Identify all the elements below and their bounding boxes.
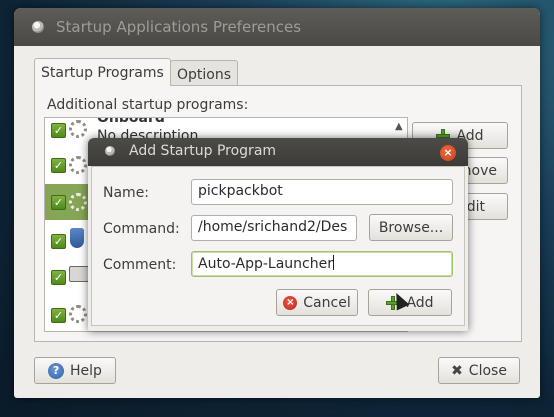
tab-startup-programs-label: Startup Programs xyxy=(41,65,164,81)
close-icon: ✖ xyxy=(451,362,463,379)
program-title: Onboard xyxy=(97,117,165,126)
dialog-menu-icon[interactable] xyxy=(105,146,115,156)
command-field[interactable]: /home/srichand2/Des xyxy=(191,215,357,241)
help-button[interactable]: ? Help xyxy=(34,357,116,384)
dialog-body: Name: pickpackbot Command: /home/srichan… xyxy=(91,166,465,326)
window-menu-icon[interactable] xyxy=(32,21,44,33)
dialog-close-icon[interactable]: × xyxy=(440,145,456,161)
gears-icon xyxy=(69,156,87,174)
dialog-titlebar: Add Startup Program × xyxy=(88,138,468,166)
browse-button[interactable]: Browse... xyxy=(369,214,453,241)
browse-button-label: Browse... xyxy=(378,219,444,236)
command-label: Command: xyxy=(103,221,180,237)
cancel-button-label: Cancel xyxy=(303,294,351,311)
enabled-checkbox[interactable]: ✓ xyxy=(51,308,66,323)
help-button-label: Help xyxy=(70,362,102,379)
printer-icon xyxy=(69,266,89,282)
main-titlebar: Startup Applications Preferences xyxy=(14,8,540,46)
help-icon: ? xyxy=(48,362,65,379)
scroll-up-arrow-icon[interactable]: ▲ xyxy=(395,121,403,132)
tab-startup-programs[interactable]: Startup Programs xyxy=(34,58,171,86)
dialog-add-button[interactable]: Add xyxy=(368,289,452,316)
cancel-button[interactable]: × Cancel xyxy=(276,289,358,316)
name-field[interactable]: pickpackbot xyxy=(191,179,453,205)
dialog-title: Add Startup Program xyxy=(129,143,277,159)
comment-field-value: Auto-App-Launcher xyxy=(198,256,333,272)
edit-button-label: dit xyxy=(466,198,485,215)
section-label: Additional startup programs: xyxy=(47,97,249,113)
dialog-add-button-label: Add xyxy=(406,294,434,311)
gears-icon xyxy=(69,193,87,211)
window-title: Startup Applications Preferences xyxy=(56,18,302,36)
enabled-checkbox[interactable]: ✓ xyxy=(51,195,66,210)
command-field-value: /home/srichand2/Des xyxy=(198,219,348,235)
close-button[interactable]: ✖ Close xyxy=(438,357,520,384)
comment-label: Comment: xyxy=(103,257,177,273)
tab-options[interactable]: Options xyxy=(170,60,239,86)
gears-icon xyxy=(69,305,87,323)
enabled-checkbox[interactable]: ✓ xyxy=(51,158,66,173)
add-startup-program-dialog: Add Startup Program × Name: pickpackbot … xyxy=(88,138,468,331)
enabled-checkbox[interactable]: ✓ xyxy=(51,123,66,138)
enabled-checkbox[interactable]: ✓ xyxy=(51,270,66,285)
gears-icon xyxy=(69,120,87,138)
shield-icon xyxy=(70,228,84,248)
tab-options-label: Options xyxy=(177,67,232,83)
cancel-icon: × xyxy=(283,295,298,310)
close-button-label: Close xyxy=(468,362,507,379)
text-caret xyxy=(332,255,334,270)
enabled-checkbox[interactable]: ✓ xyxy=(51,234,66,249)
name-label: Name: xyxy=(103,185,150,201)
comment-field[interactable]: Auto-App-Launcher xyxy=(191,251,453,277)
name-field-value: pickpackbot xyxy=(198,183,283,199)
